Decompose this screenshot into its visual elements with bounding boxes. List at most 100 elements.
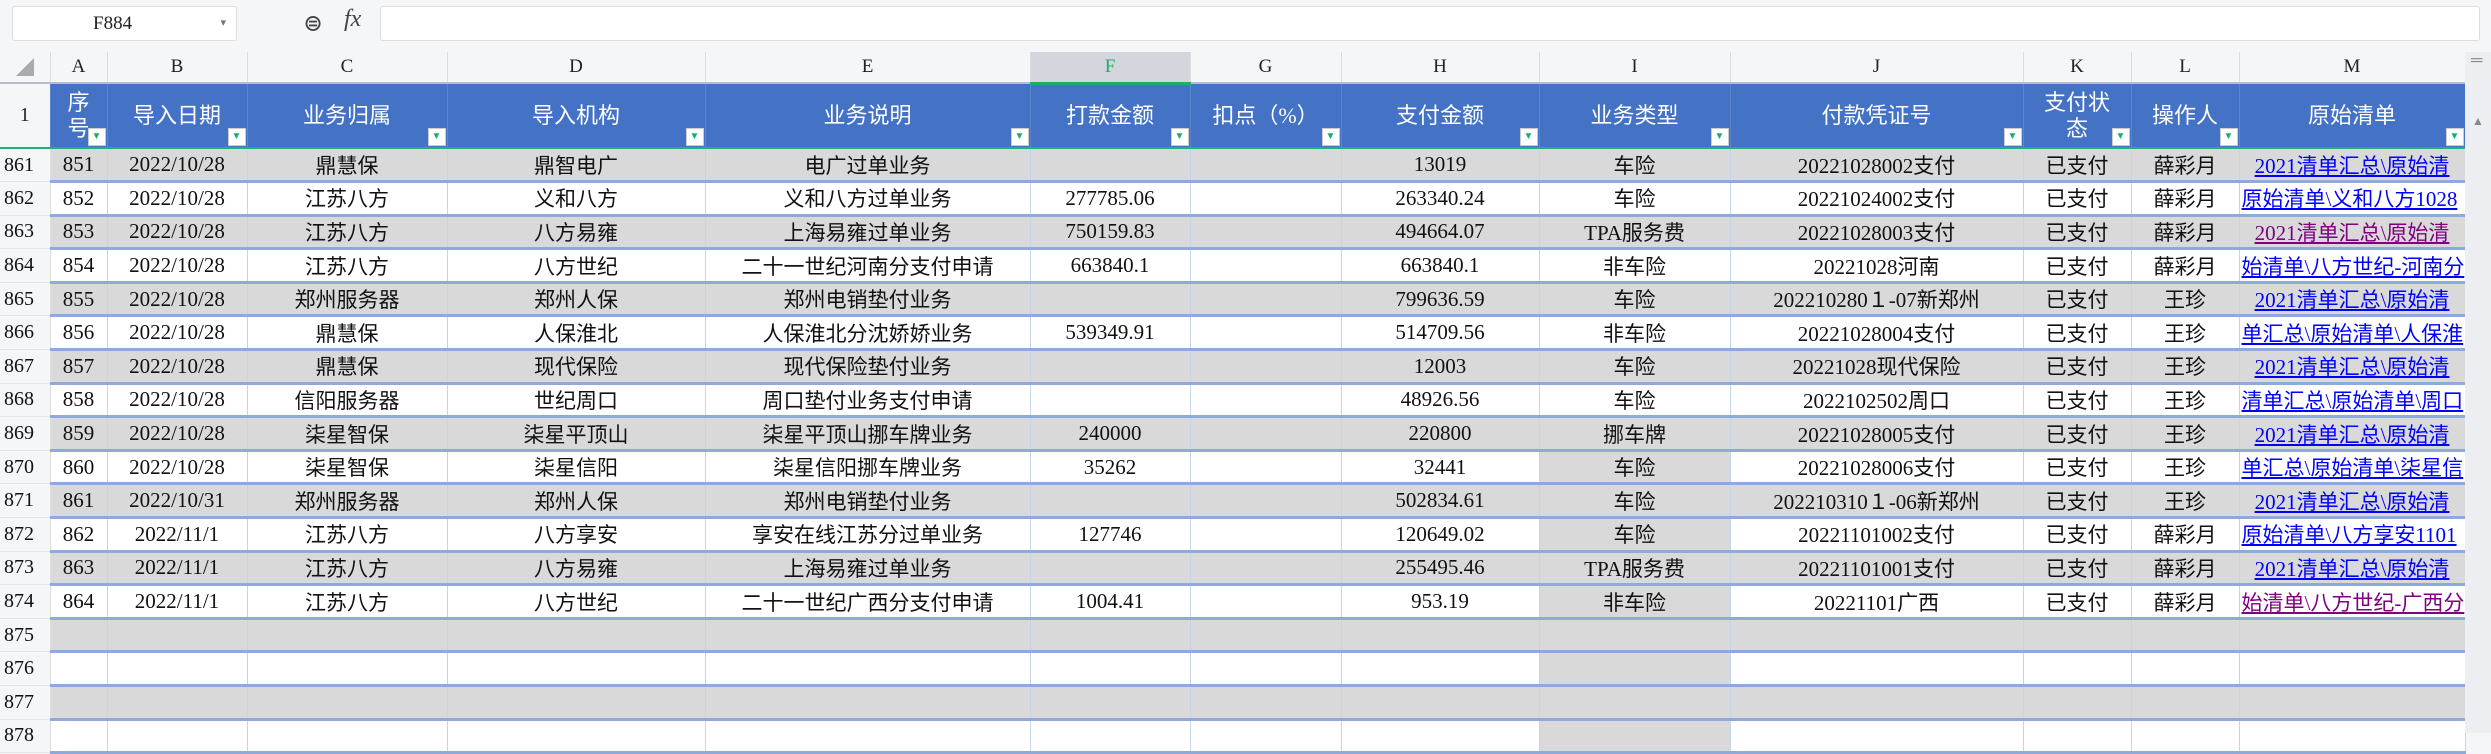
source-list-link[interactable]: 2021清单汇总\原始清 bbox=[2255, 154, 2450, 178]
cell-I[interactable]: 车险 bbox=[1539, 282, 1731, 318]
cell-I[interactable]: 车险 bbox=[1539, 181, 1731, 217]
cell-B[interactable]: 2022/10/28 bbox=[107, 450, 248, 486]
zoom-search-icon[interactable]: ⊜ bbox=[303, 9, 323, 38]
cell-F[interactable]: 35262 bbox=[1030, 450, 1191, 486]
header-cell[interactable]: 业务归属 ▼ bbox=[247, 83, 448, 149]
cell-E[interactable]: 义和八方过单业务 bbox=[705, 181, 1031, 217]
cell-E[interactable] bbox=[705, 618, 1031, 654]
cell-M[interactable]: 2021清单汇总\原始清 bbox=[2239, 282, 2466, 318]
header-cell[interactable]: 打款金额 ▼ bbox=[1030, 83, 1191, 149]
row-number[interactable]: 865 bbox=[0, 282, 51, 317]
header-cell[interactable]: 付款凭证号 ▼ bbox=[1730, 83, 2024, 149]
cell-E[interactable]: 柒星平顶山挪车牌业务 bbox=[705, 416, 1031, 452]
cell-A[interactable]: 856 bbox=[50, 315, 108, 352]
cell-M[interactable]: 2021清单汇总\原始清 bbox=[2239, 483, 2466, 520]
cell-F[interactable] bbox=[1030, 349, 1191, 385]
cell-L[interactable]: 王珍 bbox=[2131, 282, 2240, 318]
cell-J[interactable]: 202210310１-06新郑州 bbox=[1730, 483, 2024, 520]
filter-dropdown-icon[interactable]: ▼ bbox=[1321, 128, 1340, 146]
cell-A[interactable]: 857 bbox=[50, 349, 108, 385]
filter-dropdown-icon[interactable]: ▼ bbox=[1010, 128, 1029, 146]
cell-J[interactable]: 20221028006支付 bbox=[1730, 450, 2024, 486]
cell-H[interactable]: 953.19 bbox=[1341, 584, 1540, 620]
cell-G[interactable] bbox=[1190, 584, 1342, 620]
cell-M[interactable]: 2021清单汇总\原始清 bbox=[2239, 148, 2466, 184]
split-icon[interactable]: ═ bbox=[2471, 52, 2482, 70]
source-list-link[interactable]: 清单汇总\原始清单\周口 bbox=[2242, 389, 2464, 413]
filter-dropdown-icon[interactable]: ▼ bbox=[1519, 128, 1538, 146]
cell-L[interactable]: 薛彩月 bbox=[2131, 517, 2240, 553]
cell-E[interactable]: 柒星信阳挪车牌业务 bbox=[705, 450, 1031, 486]
name-box[interactable]: F884 ▾ bbox=[12, 6, 237, 41]
cell-C[interactable]: 郑州服务器 bbox=[247, 282, 448, 318]
cell-H[interactable] bbox=[1341, 651, 1540, 687]
cell-C[interactable]: 郑州服务器 bbox=[247, 483, 448, 520]
cell-I[interactable]: 非车险 bbox=[1539, 584, 1731, 620]
cell-B[interactable]: 2022/11/1 bbox=[107, 517, 248, 553]
cell-G[interactable] bbox=[1190, 450, 1342, 486]
cell-B[interactable] bbox=[107, 651, 248, 687]
cell-K[interactable] bbox=[2023, 651, 2132, 687]
cell-I[interactable]: 车险 bbox=[1539, 349, 1731, 385]
source-list-link[interactable]: 2021清单汇总\原始清 bbox=[2255, 288, 2450, 312]
cell-F[interactable] bbox=[1030, 282, 1191, 318]
cell-D[interactable]: 八方世纪 bbox=[447, 248, 706, 284]
filter-dropdown-icon[interactable]: ▼ bbox=[2219, 128, 2238, 146]
cell-B[interactable]: 2022/10/28 bbox=[107, 148, 248, 184]
cell-D[interactable]: 八方世纪 bbox=[447, 584, 706, 620]
cell-L[interactable]: 薛彩月 bbox=[2131, 181, 2240, 217]
cell-B[interactable]: 2022/10/28 bbox=[107, 416, 248, 452]
filter-dropdown-icon[interactable]: ▼ bbox=[2445, 128, 2464, 146]
cell-K[interactable]: 已支付 bbox=[2023, 215, 2132, 251]
cell-G[interactable] bbox=[1190, 248, 1342, 284]
cell-F[interactable] bbox=[1030, 618, 1191, 654]
header-cell[interactable]: 业务说明 ▼ bbox=[705, 83, 1031, 149]
cell-J[interactable]: 20221101002支付 bbox=[1730, 517, 2024, 553]
source-list-link[interactable]: 单汇总\原始清单\柒星信 bbox=[2242, 456, 2464, 480]
cell-A[interactable]: 860 bbox=[50, 450, 108, 486]
column-header-E[interactable]: E bbox=[705, 52, 1031, 84]
cell-F[interactable] bbox=[1030, 685, 1191, 721]
cell-L[interactable]: 王珍 bbox=[2131, 349, 2240, 385]
filter-dropdown-icon[interactable]: ▼ bbox=[87, 128, 106, 146]
cell-A[interactable] bbox=[50, 719, 108, 754]
cell-E[interactable] bbox=[705, 651, 1031, 687]
cell-K[interactable]: 已支付 bbox=[2023, 551, 2132, 587]
cell-H[interactable]: 220800 bbox=[1341, 416, 1540, 452]
row-number[interactable]: 873 bbox=[0, 551, 51, 586]
cell-L[interactable]: 王珍 bbox=[2131, 416, 2240, 452]
cell-B[interactable]: 2022/10/28 bbox=[107, 215, 248, 251]
row-number[interactable]: 861 bbox=[0, 148, 51, 183]
cell-G[interactable] bbox=[1190, 383, 1342, 419]
cell-C[interactable] bbox=[247, 618, 448, 654]
cell-G[interactable] bbox=[1190, 618, 1342, 654]
cell-D[interactable]: 鼎智电广 bbox=[447, 148, 706, 184]
cell-F[interactable] bbox=[1030, 383, 1191, 419]
cell-H[interactable] bbox=[1341, 685, 1540, 721]
cell-E[interactable] bbox=[705, 685, 1031, 721]
cell-M[interactable]: 2021清单汇总\原始清 bbox=[2239, 551, 2466, 587]
cell-J[interactable] bbox=[1730, 719, 2024, 754]
row-number[interactable]: 867 bbox=[0, 349, 51, 384]
formula-input[interactable] bbox=[380, 6, 2480, 41]
cell-H[interactable]: 120649.02 bbox=[1341, 517, 1540, 553]
filter-dropdown-icon[interactable]: ▼ bbox=[2003, 128, 2022, 146]
cell-M[interactable]: 原始清单\八方享安1101 bbox=[2239, 517, 2466, 553]
cell-C[interactable]: 江苏八方 bbox=[247, 181, 448, 217]
cell-E[interactable]: 周口垫付业务支付申请 bbox=[705, 383, 1031, 419]
cell-I[interactable] bbox=[1539, 618, 1731, 654]
filter-dropdown-icon[interactable]: ▼ bbox=[1170, 128, 1189, 146]
cell-C[interactable] bbox=[247, 719, 448, 754]
cell-F[interactable] bbox=[1030, 719, 1191, 754]
cell-B[interactable]: 2022/10/28 bbox=[107, 282, 248, 318]
cell-F[interactable]: 539349.91 bbox=[1030, 315, 1191, 352]
cell-G[interactable] bbox=[1190, 215, 1342, 251]
cell-H[interactable]: 48926.56 bbox=[1341, 383, 1540, 419]
column-header-J[interactable]: J bbox=[1730, 52, 2024, 84]
cell-D[interactable]: 八方易雍 bbox=[447, 215, 706, 251]
cell-D[interactable] bbox=[447, 618, 706, 654]
cell-G[interactable] bbox=[1190, 551, 1342, 587]
cell-L[interactable]: 薛彩月 bbox=[2131, 148, 2240, 184]
cell-J[interactable]: 20221024002支付 bbox=[1730, 181, 2024, 217]
cell-G[interactable] bbox=[1190, 315, 1342, 352]
